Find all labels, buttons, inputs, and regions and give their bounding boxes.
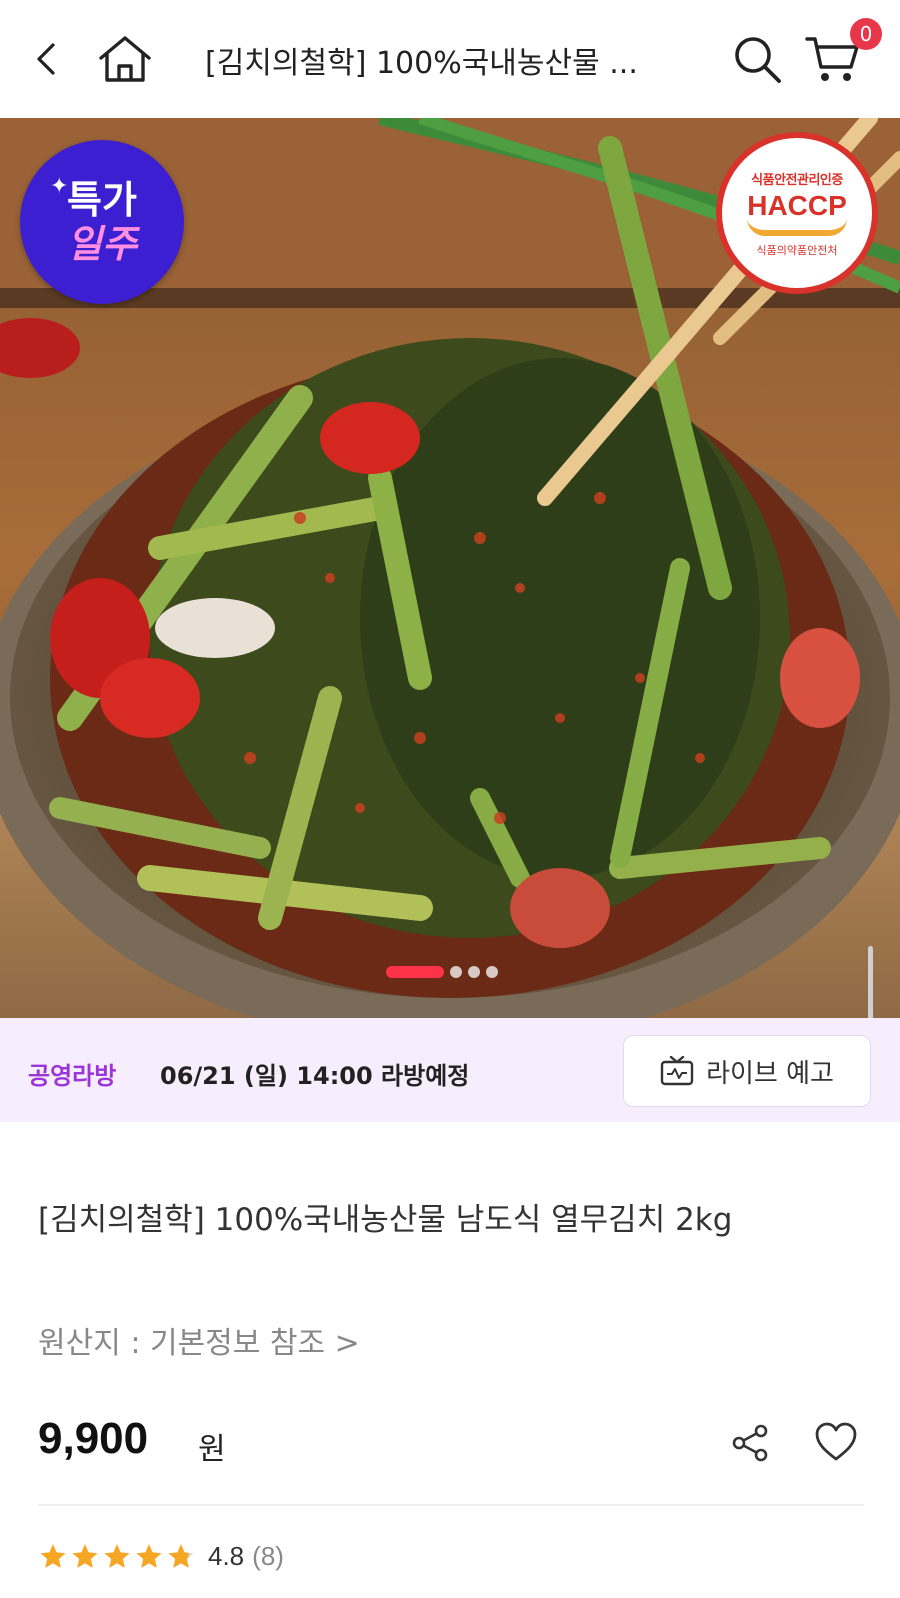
share-icon xyxy=(732,1424,768,1462)
tv-icon xyxy=(660,1056,694,1086)
star-icon xyxy=(40,1544,66,1568)
rating-row[interactable]: 4.8 (8) xyxy=(38,1536,284,1576)
carousel-dot[interactable] xyxy=(450,966,462,978)
live-broadcast-schedule: 06/21 (일) 14:00 라방예정 xyxy=(160,1062,470,1090)
live-preview-button-label: 라이브 예고 xyxy=(706,1058,834,1089)
haccp-badge-top-text: 식품안전관리인증 xyxy=(751,172,843,188)
live-preview-button[interactable]: 라이브 예고 xyxy=(623,1035,871,1107)
product-name: [김치의철학] 100%국내농산물 남도식 열무김치 2kg xyxy=(38,1202,733,1238)
carousel-dot-active[interactable] xyxy=(386,966,444,978)
chevron-left-icon xyxy=(37,43,55,75)
star-icon xyxy=(72,1544,98,1568)
star-icon xyxy=(136,1544,162,1568)
carousel-indicator xyxy=(386,966,498,978)
special-deal-badge: ✦ 특가 일주 xyxy=(20,140,184,304)
sparkle-icon: ✦ xyxy=(50,174,69,199)
promo-badge-line1: 특가 xyxy=(67,178,137,222)
heart-icon xyxy=(815,1422,857,1461)
divider xyxy=(38,1504,864,1506)
star-rating xyxy=(38,1542,196,1570)
haccp-badge-main-text: HACCP xyxy=(747,189,847,221)
haccp-arc-icon xyxy=(747,218,847,236)
product-price: 9,900 xyxy=(38,1414,149,1463)
haccp-certification-badge: 식품안전관리인증 HACCP 식품의약품안전처 xyxy=(716,132,878,294)
carousel-dot[interactable] xyxy=(486,966,498,978)
carousel-dot[interactable] xyxy=(468,966,480,978)
wishlist-button[interactable] xyxy=(810,1416,862,1468)
promo-badge-line2: 일주 xyxy=(67,222,137,266)
search-button[interactable] xyxy=(720,22,794,96)
price-currency-unit: 원 xyxy=(198,1432,226,1467)
rating-value: 4.8 xyxy=(208,1540,245,1571)
review-count: (8) xyxy=(252,1540,284,1571)
origin-info-link[interactable]: 원산지 : 기본정보 참조 > xyxy=(38,1318,360,1362)
product-image-carousel[interactable]: ✦ 특가 일주 식품안전관리인증 HACCP 식품의약품안전처 xyxy=(0,118,900,1018)
live-broadcast-label: 공영라방 xyxy=(28,1062,117,1090)
page-title: [김치의철학] 100%국내농산물 ... xyxy=(205,46,638,81)
cart-count-badge: 0 xyxy=(850,18,882,50)
search-icon xyxy=(735,37,781,83)
star-icon xyxy=(168,1544,194,1568)
top-app-bar: [김치의철학] 100%국내농산물 ... 0 xyxy=(0,0,900,118)
back-button[interactable] xyxy=(10,22,84,96)
haccp-badge-bottom-text: 식품의약품안전처 xyxy=(756,243,838,257)
share-button[interactable] xyxy=(726,1418,776,1468)
home-icon xyxy=(99,36,151,82)
home-button[interactable] xyxy=(88,22,162,96)
star-icon xyxy=(104,1544,130,1568)
